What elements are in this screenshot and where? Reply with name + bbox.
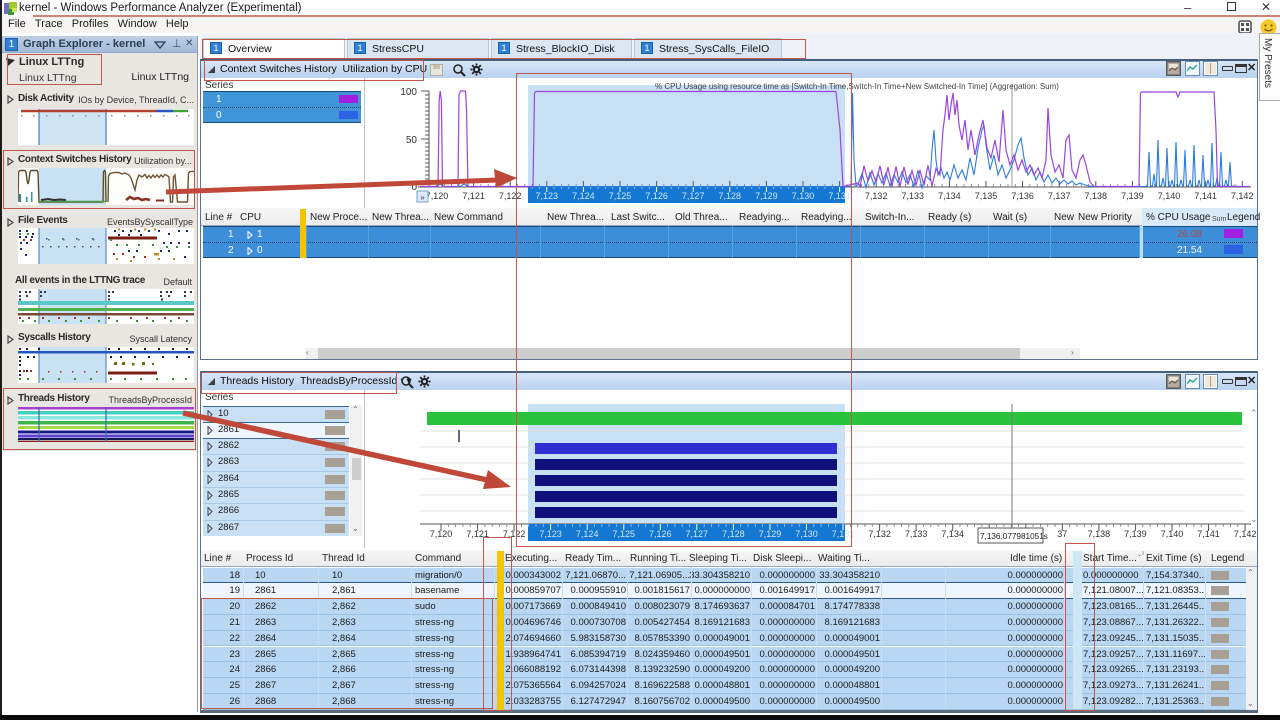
svg-text:7,140: 7,140 (1158, 191, 1181, 201)
svg-text:7,140: 7,140 (1161, 529, 1184, 539)
svg-text:7,142: 7,142 (1234, 529, 1257, 539)
svg-text:7,133: 7,133 (905, 529, 928, 539)
svg-text:7,138: 7,138 (1085, 191, 1108, 201)
svg-text:7,138: 7,138 (1088, 529, 1111, 539)
svg-text:7,135: 7,135 (975, 191, 998, 201)
svg-text:7,141: 7,141 (1197, 529, 1220, 539)
svg-text:7,133: 7,133 (902, 191, 925, 201)
svg-text:7,137: 7,137 (1048, 191, 1071, 201)
svg-text:7,132: 7,132 (868, 529, 891, 539)
svg-text:7,120: 7,120 (430, 529, 453, 539)
svg-text:7,139: 7,139 (1124, 529, 1147, 539)
svg-text:37: 37 (1057, 529, 1067, 539)
svg-text:7,136: 7,136 (1011, 191, 1034, 201)
svg-text:50: 50 (406, 135, 418, 146)
svg-text:100: 100 (400, 87, 417, 98)
svg-text:7,134: 7,134 (938, 191, 961, 201)
svg-text:7,141: 7,141 (1194, 191, 1217, 201)
svg-text:⌃: ⌃ (1250, 408, 1258, 418)
svg-text:7,139: 7,139 (1121, 191, 1144, 201)
svg-text:7,136.077981051s: 7,136.077981051s (980, 532, 1048, 541)
svg-text:7,142: 7,142 (1231, 191, 1254, 201)
svg-text:7,121: 7,121 (462, 191, 485, 201)
svg-text:7,134: 7,134 (941, 529, 964, 539)
svg-text:»: » (420, 193, 425, 202)
svg-text:7,132: 7,132 (865, 191, 888, 201)
svg-text:7,120: 7,120 (426, 191, 449, 201)
svg-text:⌄: ⌄ (1250, 514, 1258, 524)
